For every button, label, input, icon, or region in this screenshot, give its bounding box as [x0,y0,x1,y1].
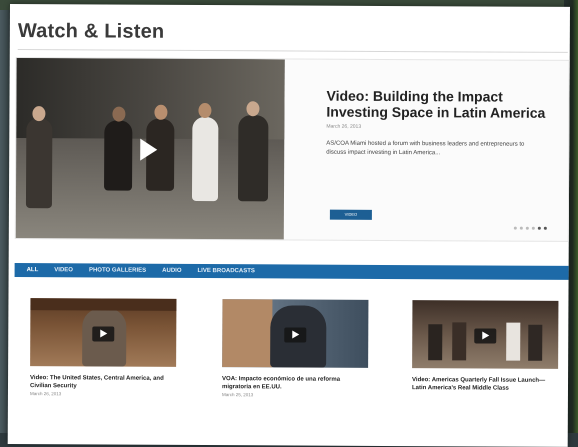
panelist-figure [506,322,521,361]
featured-video-button[interactable]: VIDEO [329,209,372,220]
video-card: Video: The United States, Central Americ… [30,298,177,397]
watch-listen-page: Watch & Listen Video: Building the Impac… [7,4,570,447]
carousel-dot[interactable] [519,226,523,230]
video-card-date [412,393,558,394]
carousel-dot[interactable] [531,226,535,230]
panelist-head [246,101,260,117]
featured-date: March 26, 2013 [326,123,362,130]
featured-video: Video: Building the Impact Investing Spa… [14,57,570,242]
media-filter-bar: All Video Photo Galleries Audio Live Bro… [14,263,570,280]
carousel-dot-active[interactable] [537,226,541,230]
panelist-figure [25,118,53,209]
filter-live-broadcasts[interactable]: Live Broadcasts [198,268,255,274]
filter-photo-galleries[interactable]: Photo Galleries [89,267,146,273]
video-card: Video: Americas Quarterly Fall Issue Lau… [412,300,559,394]
play-icon[interactable] [474,328,497,344]
panelist-head [112,106,126,122]
carousel-dot[interactable] [543,226,547,230]
panelist-head [32,106,46,122]
filter-all[interactable]: All [27,267,39,273]
video-card-title[interactable]: VOA: Impacto económico de una reforma mi… [222,375,368,392]
panelist-head [154,104,168,120]
carousel-dot[interactable] [513,226,517,230]
featured-title[interactable]: Video: Building the Impact Investing Spa… [326,88,546,121]
panelist-head [198,102,212,119]
video-card-title[interactable]: Video: Americas Quarterly Fall Issue Lau… [412,376,558,393]
filter-audio[interactable]: Audio [162,268,181,274]
video-card-title[interactable]: Video: The United States, Central Americ… [30,374,176,391]
featured-info: Video: Building the Impact Investing Spa… [326,88,546,159]
carousel-dots [513,226,547,230]
play-icon[interactable] [140,138,158,161]
play-icon[interactable] [284,327,307,343]
panelist-figure [237,115,269,202]
video-thumbnail[interactable] [222,299,369,368]
panelist-figure [428,324,443,361]
thumbnail-backdrop [222,299,273,368]
play-icon[interactable] [92,326,115,342]
panelist-figure [452,322,467,361]
featured-description: AS/COA Miami hosted a forum with busines… [326,140,525,157]
featured-video-player[interactable] [15,58,285,240]
panelist-figure [104,120,133,191]
video-card: VOA: Impacto económico de una reforma mi… [222,299,369,398]
video-card-date: March 26, 2013 [29,391,62,397]
thumbnail-backdrop [30,298,177,311]
panelist-figure [528,324,543,361]
title-divider [17,49,568,53]
carousel-dot[interactable] [525,226,529,230]
video-thumbnail[interactable] [30,298,177,367]
filter-video[interactable]: Video [54,267,73,273]
video-card-date: March 25, 2013 [221,392,254,398]
video-thumbnail[interactable] [412,300,559,369]
panelist-figure [191,116,219,202]
page-title: Watch & Listen [17,20,165,43]
